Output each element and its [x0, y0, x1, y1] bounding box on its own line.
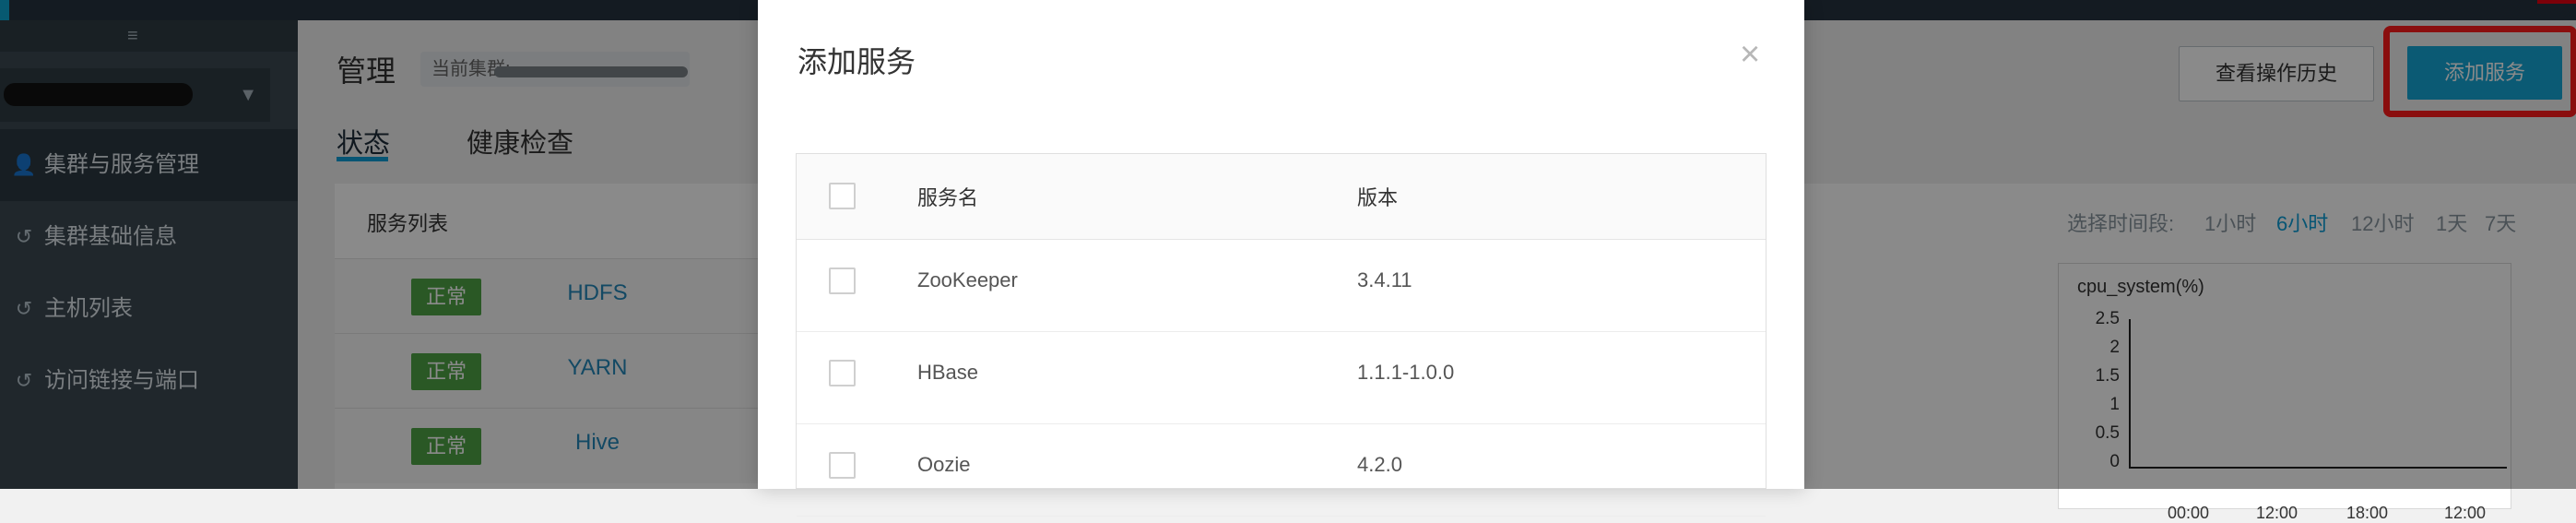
table-row: ZooKeeper 3.4.11	[797, 239, 1766, 332]
x-tick-label: 00:00	[2168, 504, 2210, 522]
service-version: 1.1.1-1.0.0	[1357, 361, 1455, 384]
service-name: ZooKeeper	[917, 268, 1018, 291]
x-tick-label: 12:00	[2444, 504, 2487, 522]
x-tick-label: 12:00	[2256, 504, 2298, 522]
service-name: Oozie	[917, 453, 971, 476]
table-row: HBase 1.1.1-1.0.0	[797, 331, 1766, 424]
service-selection-table: 服务名 版本 ZooKeeper 3.4.11 HBase 1.1.1-1.0.…	[796, 153, 1767, 517]
service-version: 3.4.11	[1357, 268, 1412, 291]
table-header: 服务名 版本	[797, 154, 1766, 240]
column-header-version: 版本	[1357, 186, 1399, 209]
service-name: HBase	[917, 361, 979, 384]
service-checkbox-hbase[interactable]	[829, 360, 856, 386]
add-service-modal: 添加服务 × 服务名 版本 ZooKeeper 3.4.11 HBase 1.1…	[758, 0, 1804, 517]
x-tick-label: 18:00	[2346, 504, 2389, 522]
table-row: Oozie 4.2.0	[797, 423, 1766, 517]
service-checkbox-oozie[interactable]	[829, 452, 856, 479]
modal-title: 添加服务	[798, 45, 916, 78]
service-version: 4.2.0	[1357, 453, 1402, 476]
service-checkbox-zookeeper[interactable]	[829, 267, 856, 294]
close-icon[interactable]: ×	[1740, 37, 1760, 72]
select-all-checkbox[interactable]	[829, 183, 856, 209]
column-header-service-name: 服务名	[917, 186, 979, 209]
